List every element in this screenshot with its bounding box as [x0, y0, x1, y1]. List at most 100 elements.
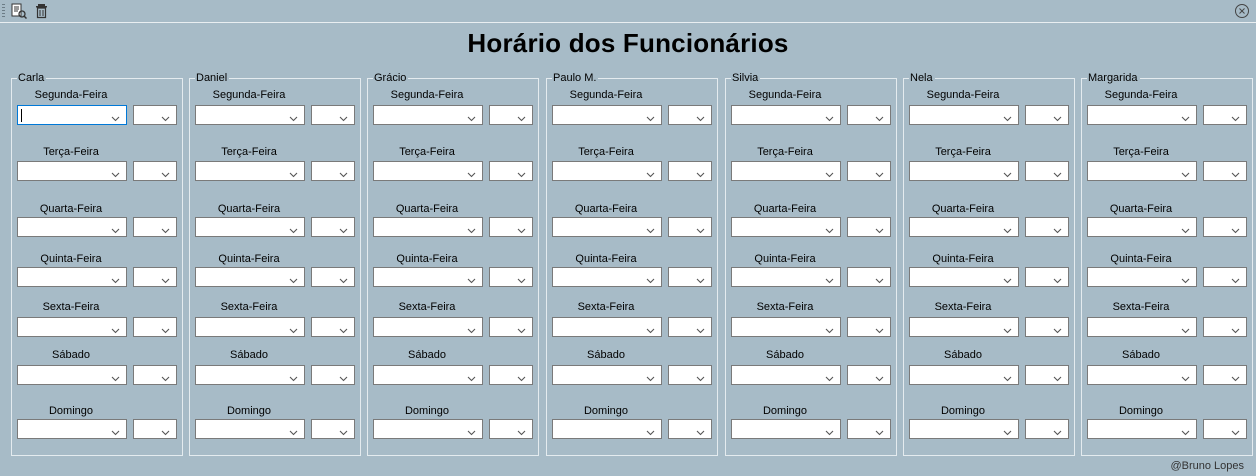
chevron-down-icon[interactable] [825, 272, 834, 284]
chevron-down-icon[interactable] [339, 424, 348, 436]
chevron-down-icon[interactable] [467, 424, 476, 436]
toolbar-grip[interactable] [2, 4, 5, 18]
chevron-down-icon[interactable] [517, 222, 526, 234]
start-time-combo[interactable] [909, 105, 1019, 125]
chevron-down-icon[interactable] [1053, 222, 1062, 234]
chevron-down-icon[interactable] [467, 166, 476, 178]
start-time-combo[interactable] [373, 317, 483, 337]
chevron-down-icon[interactable] [289, 272, 298, 284]
chevron-down-icon[interactable] [646, 272, 655, 284]
start-time-combo[interactable] [373, 365, 483, 385]
shift-combo[interactable] [668, 365, 712, 385]
chevron-down-icon[interactable] [161, 322, 170, 334]
start-time-combo[interactable] [552, 317, 662, 337]
chevron-down-icon[interactable] [696, 110, 705, 122]
shift-combo[interactable] [1203, 161, 1247, 181]
chevron-down-icon[interactable] [289, 424, 298, 436]
start-time-combo[interactable] [909, 365, 1019, 385]
start-time-combo[interactable] [552, 267, 662, 287]
shift-combo[interactable] [1203, 419, 1247, 439]
shift-combo[interactable] [489, 217, 533, 237]
start-time-combo[interactable] [909, 317, 1019, 337]
chevron-down-icon[interactable] [646, 110, 655, 122]
start-time-combo[interactable] [1087, 267, 1197, 287]
chevron-down-icon[interactable] [875, 424, 884, 436]
chevron-down-icon[interactable] [111, 110, 120, 122]
start-time-combo[interactable] [17, 317, 127, 337]
start-time-combo[interactable] [731, 161, 841, 181]
chevron-down-icon[interactable] [646, 166, 655, 178]
start-time-combo[interactable] [373, 267, 483, 287]
chevron-down-icon[interactable] [1181, 110, 1190, 122]
chevron-down-icon[interactable] [646, 370, 655, 382]
close-circle-icon[interactable] [1234, 3, 1250, 19]
start-time-combo[interactable] [731, 217, 841, 237]
chevron-down-icon[interactable] [289, 222, 298, 234]
chevron-down-icon[interactable] [467, 370, 476, 382]
start-time-combo[interactable] [731, 419, 841, 439]
chevron-down-icon[interactable] [339, 110, 348, 122]
start-time-combo[interactable] [552, 217, 662, 237]
chevron-down-icon[interactable] [646, 222, 655, 234]
start-time-combo[interactable] [373, 105, 483, 125]
shift-combo[interactable] [668, 267, 712, 287]
start-time-combo[interactable] [373, 161, 483, 181]
shift-combo[interactable] [311, 267, 355, 287]
start-time-combo[interactable] [17, 365, 127, 385]
chevron-down-icon[interactable] [111, 222, 120, 234]
chevron-down-icon[interactable] [696, 222, 705, 234]
start-time-combo[interactable] [909, 419, 1019, 439]
shift-combo[interactable] [489, 317, 533, 337]
start-time-combo[interactable] [552, 419, 662, 439]
chevron-down-icon[interactable] [1053, 322, 1062, 334]
shift-combo[interactable] [133, 161, 177, 181]
start-time-combo[interactable] [731, 365, 841, 385]
shift-combo[interactable] [1203, 105, 1247, 125]
shift-combo[interactable] [847, 365, 891, 385]
chevron-down-icon[interactable] [646, 424, 655, 436]
start-time-combo[interactable] [17, 267, 127, 287]
chevron-down-icon[interactable] [517, 166, 526, 178]
shift-combo[interactable] [311, 419, 355, 439]
chevron-down-icon[interactable] [875, 322, 884, 334]
chevron-down-icon[interactable] [161, 166, 170, 178]
shift-combo[interactable] [847, 317, 891, 337]
chevron-down-icon[interactable] [825, 110, 834, 122]
chevron-down-icon[interactable] [1003, 322, 1012, 334]
chevron-down-icon[interactable] [696, 166, 705, 178]
start-time-combo[interactable] [17, 419, 127, 439]
shift-combo[interactable] [668, 105, 712, 125]
chevron-down-icon[interactable] [1231, 424, 1240, 436]
shift-combo[interactable] [311, 317, 355, 337]
chevron-down-icon[interactable] [1053, 166, 1062, 178]
print-preview-icon[interactable] [11, 3, 28, 20]
chevron-down-icon[interactable] [161, 110, 170, 122]
shift-combo[interactable] [1025, 365, 1069, 385]
chevron-down-icon[interactable] [1231, 322, 1240, 334]
shift-combo[interactable] [668, 419, 712, 439]
shift-combo[interactable] [847, 217, 891, 237]
chevron-down-icon[interactable] [1231, 166, 1240, 178]
shift-combo[interactable] [847, 419, 891, 439]
shift-combo[interactable] [489, 267, 533, 287]
start-time-combo[interactable] [17, 105, 127, 125]
chevron-down-icon[interactable] [339, 166, 348, 178]
chevron-down-icon[interactable] [875, 110, 884, 122]
chevron-down-icon[interactable] [111, 424, 120, 436]
chevron-down-icon[interactable] [825, 424, 834, 436]
start-time-combo[interactable] [195, 419, 305, 439]
shift-combo[interactable] [668, 317, 712, 337]
chevron-down-icon[interactable] [339, 370, 348, 382]
chevron-down-icon[interactable] [517, 322, 526, 334]
chevron-down-icon[interactable] [875, 272, 884, 284]
chevron-down-icon[interactable] [1003, 272, 1012, 284]
shift-combo[interactable] [1025, 161, 1069, 181]
chevron-down-icon[interactable] [339, 322, 348, 334]
chevron-down-icon[interactable] [825, 370, 834, 382]
chevron-down-icon[interactable] [467, 272, 476, 284]
chevron-down-icon[interactable] [1181, 166, 1190, 178]
shift-combo[interactable] [311, 105, 355, 125]
chevron-down-icon[interactable] [1003, 166, 1012, 178]
chevron-down-icon[interactable] [111, 322, 120, 334]
start-time-combo[interactable] [195, 217, 305, 237]
